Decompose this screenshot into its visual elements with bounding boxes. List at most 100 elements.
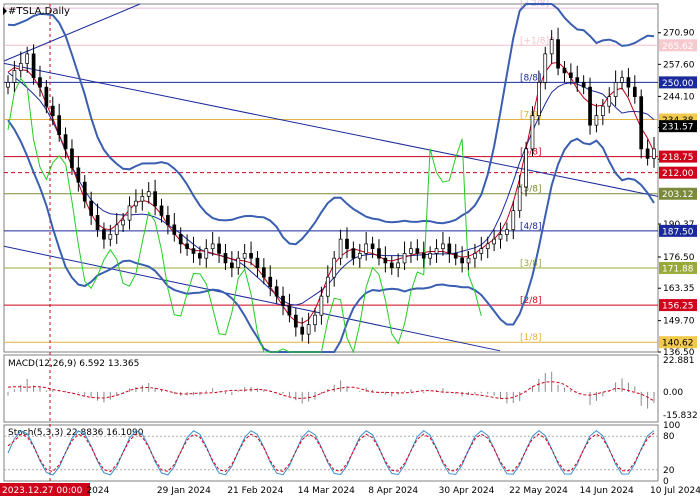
candle-body bbox=[588, 86, 592, 126]
candle-body bbox=[230, 262, 234, 269]
candle-body bbox=[645, 148, 650, 159]
stoch-tick-label-3: 0 bbox=[663, 477, 669, 487]
candle-body bbox=[473, 253, 477, 259]
candle-body bbox=[562, 67, 567, 74]
candle-body bbox=[421, 253, 426, 259]
candle-body bbox=[396, 262, 401, 269]
candle-body bbox=[217, 243, 221, 254]
candle-body bbox=[524, 148, 528, 188]
x-tick-label-9: 10 Jul 2024 bbox=[650, 486, 700, 496]
candle-body bbox=[434, 248, 439, 254]
candle-body bbox=[236, 257, 241, 269]
candle-body bbox=[492, 238, 496, 245]
candle-body bbox=[82, 181, 87, 202]
stoch-tick-label-1: 80 bbox=[663, 432, 675, 442]
candle-body bbox=[453, 253, 458, 259]
candle-body bbox=[114, 224, 119, 235]
x-tick-label-1: 2024 bbox=[86, 486, 109, 496]
murrey-label-6: [4/8] bbox=[520, 222, 542, 232]
price-tick-label-2: 244.10 bbox=[663, 92, 695, 102]
murrey-label-7: [3/8] bbox=[520, 259, 542, 269]
candle-body bbox=[498, 234, 503, 240]
candle-body bbox=[293, 314, 298, 328]
candle-body bbox=[38, 77, 42, 88]
candle-body bbox=[415, 248, 420, 254]
candle-body bbox=[556, 39, 560, 69]
candle-body bbox=[172, 224, 177, 235]
price-tag-label-4: 218.75 bbox=[662, 153, 694, 163]
candle-body bbox=[389, 262, 394, 269]
candle-body bbox=[18, 63, 23, 71]
candle-body bbox=[351, 248, 356, 259]
candle-body bbox=[569, 72, 573, 78]
candle-body bbox=[543, 53, 548, 83]
candle-body bbox=[140, 196, 145, 202]
candle-body bbox=[428, 253, 432, 259]
candle-body bbox=[261, 267, 266, 278]
stoch-tick-label-0: 100 bbox=[663, 421, 680, 431]
murrey-label-2: [8/8] bbox=[520, 73, 542, 83]
candle-body bbox=[44, 86, 49, 107]
candle-body bbox=[409, 248, 413, 254]
candle-body bbox=[127, 205, 132, 221]
candle-body bbox=[146, 191, 151, 197]
candle-body bbox=[134, 200, 138, 207]
price-tick-label-7: 163.35 bbox=[663, 284, 695, 294]
macd-title: MACD(12,26,9) 6.592 13.365 bbox=[8, 359, 139, 369]
candle-body bbox=[460, 257, 464, 264]
candle-body bbox=[485, 243, 490, 250]
price-axis: 270.90257.60244.10231.0217.63190.37176.5… bbox=[658, 29, 697, 358]
main-title: #TSLA,Daily bbox=[8, 6, 70, 17]
candle-body bbox=[607, 96, 612, 107]
candle-body bbox=[210, 243, 215, 250]
price-tag-label-10: 140.62 bbox=[662, 339, 694, 349]
candle-body bbox=[281, 295, 285, 307]
candle-body bbox=[575, 77, 580, 83]
murrey-label-9: [1/8] bbox=[520, 333, 542, 343]
candle-body bbox=[313, 314, 317, 326]
price-tag-label-7: 187.50 bbox=[662, 227, 694, 237]
murrey-label-1: [+1/8]P bbox=[520, 36, 555, 46]
candle-body bbox=[332, 257, 337, 278]
candle-body bbox=[377, 248, 381, 259]
candle-body bbox=[511, 210, 516, 231]
x-tick-label-5: 8 Apr 2024 bbox=[368, 486, 418, 496]
candle-body bbox=[50, 105, 55, 116]
candle-body bbox=[76, 167, 81, 183]
candle-body bbox=[57, 115, 62, 135]
candle-body bbox=[63, 134, 68, 150]
candle-body bbox=[306, 324, 311, 335]
candle-body bbox=[153, 191, 157, 207]
candle-body bbox=[600, 105, 605, 116]
candle-body bbox=[370, 243, 375, 250]
candle-body bbox=[383, 257, 388, 264]
candle-body bbox=[255, 257, 260, 269]
price-tag-label-1: 250.00 bbox=[662, 79, 694, 89]
candle-body bbox=[632, 86, 637, 97]
candle-body bbox=[274, 286, 279, 297]
price-tag-label-3: 231.57 bbox=[662, 123, 694, 133]
price-tag-label-9: 156.25 bbox=[662, 302, 694, 312]
candle-body bbox=[178, 234, 183, 245]
candle-body bbox=[402, 253, 407, 264]
candle-body bbox=[338, 238, 343, 259]
x-tick-label-2: 29 Jan 2024 bbox=[157, 486, 211, 496]
candle-body bbox=[357, 253, 362, 259]
price-tick-label-8: 149.70 bbox=[663, 317, 695, 327]
candle-body bbox=[639, 96, 644, 150]
candle-body bbox=[505, 229, 509, 235]
candle-body bbox=[581, 82, 586, 88]
macd-tick-label-1: 0.00 bbox=[663, 388, 683, 398]
candle-body bbox=[185, 243, 189, 250]
candle-body bbox=[447, 243, 452, 254]
murrey-label-5: [5/8] bbox=[520, 185, 542, 195]
candle-body bbox=[121, 219, 125, 226]
candle-body bbox=[364, 243, 369, 254]
price-tag-label-6: 203.12 bbox=[662, 190, 694, 200]
macd-tick-label-2: -15.832 bbox=[663, 411, 698, 421]
candle-body bbox=[613, 82, 618, 97]
candle-body bbox=[204, 248, 209, 259]
candle-body bbox=[441, 243, 445, 250]
x-tick-label-4: 14 Mar 2024 bbox=[298, 486, 355, 496]
macd-tick-label-0: 22.881 bbox=[663, 356, 695, 366]
